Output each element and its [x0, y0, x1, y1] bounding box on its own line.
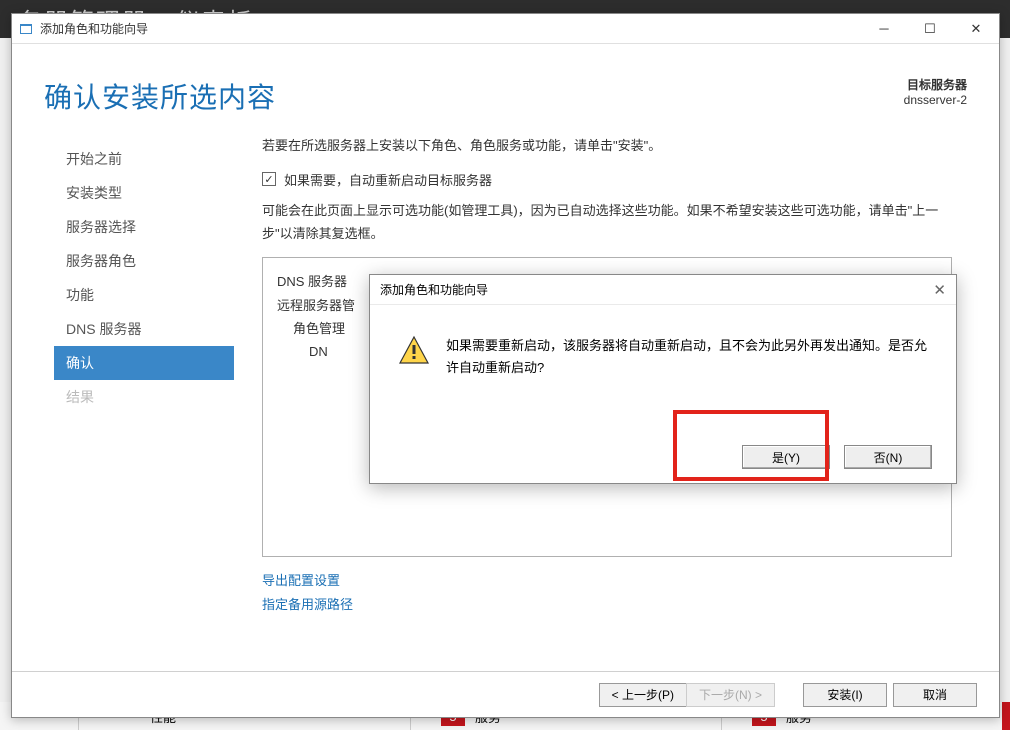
next-button: 下一步(N) > [686, 683, 775, 707]
cancel-button[interactable]: 取消 [893, 683, 977, 707]
note-text: 可能会在此页面上显示可选功能(如管理工具)，因为已自动选择这些功能。如果不希望安… [262, 199, 967, 246]
sidebar-item-confirm[interactable]: 确认 [54, 346, 234, 380]
alt-source-link[interactable]: 指定备用源路径 [262, 593, 967, 616]
target-server-label: 目标服务器 [904, 76, 967, 93]
wizard-sidebar: 开始之前 安装类型 服务器选择 服务器角色 功能 DNS 服务器 确认 结果 [54, 136, 234, 616]
dialog-title: 添加角色和功能向导 [380, 281, 488, 298]
sidebar-item-dns-server[interactable]: DNS 服务器 [54, 312, 234, 346]
page-title: 确认安装所选内容 [44, 76, 276, 116]
minimize-button[interactable]: ─ [861, 14, 907, 44]
yes-button[interactable]: 是(Y) [742, 445, 830, 469]
title-bar: 添加角色和功能向导 ─ ☐ ✕ [12, 14, 999, 44]
wizard-icon [18, 21, 34, 37]
auto-restart-label: 如果需要，自动重新启动目标服务器 [284, 170, 492, 189]
export-config-link[interactable]: 导出配置设置 [262, 569, 967, 592]
target-server-name: dnsserver-2 [904, 93, 967, 107]
confirm-dialog: 添加角色和功能向导 ✕ 如果需要重新启动，该服务器将自动重新启动，且不会为此另外… [369, 274, 957, 484]
sidebar-item-server-roles[interactable]: 服务器角色 [54, 244, 234, 278]
close-button[interactable]: ✕ [953, 14, 999, 44]
install-button[interactable]: 安装(I) [803, 683, 887, 707]
warning-icon [398, 335, 430, 367]
maximize-button[interactable]: ☐ [907, 14, 953, 44]
intro-text: 若要在所选服务器上安装以下角色、角色服务或功能，请单击"安装"。 [262, 136, 967, 156]
auto-restart-checkbox[interactable]: ✓ [262, 172, 276, 186]
sidebar-item-before-begin[interactable]: 开始之前 [54, 142, 234, 176]
sidebar-item-install-type[interactable]: 安装类型 [54, 176, 234, 210]
sidebar-item-results: 结果 [54, 380, 234, 414]
dialog-close-icon[interactable]: ✕ [933, 281, 946, 299]
window-title: 添加角色和功能向导 [40, 20, 861, 37]
prev-button[interactable]: < 上一步(P) [599, 683, 687, 707]
sidebar-item-features[interactable]: 功能 [54, 278, 234, 312]
no-button[interactable]: 否(N) [844, 445, 932, 469]
dialog-message: 如果需要重新启动，该服务器将自动重新启动，且不会为此另外再发出通知。是否允许自动… [446, 335, 928, 379]
sidebar-item-server-select[interactable]: 服务器选择 [54, 210, 234, 244]
